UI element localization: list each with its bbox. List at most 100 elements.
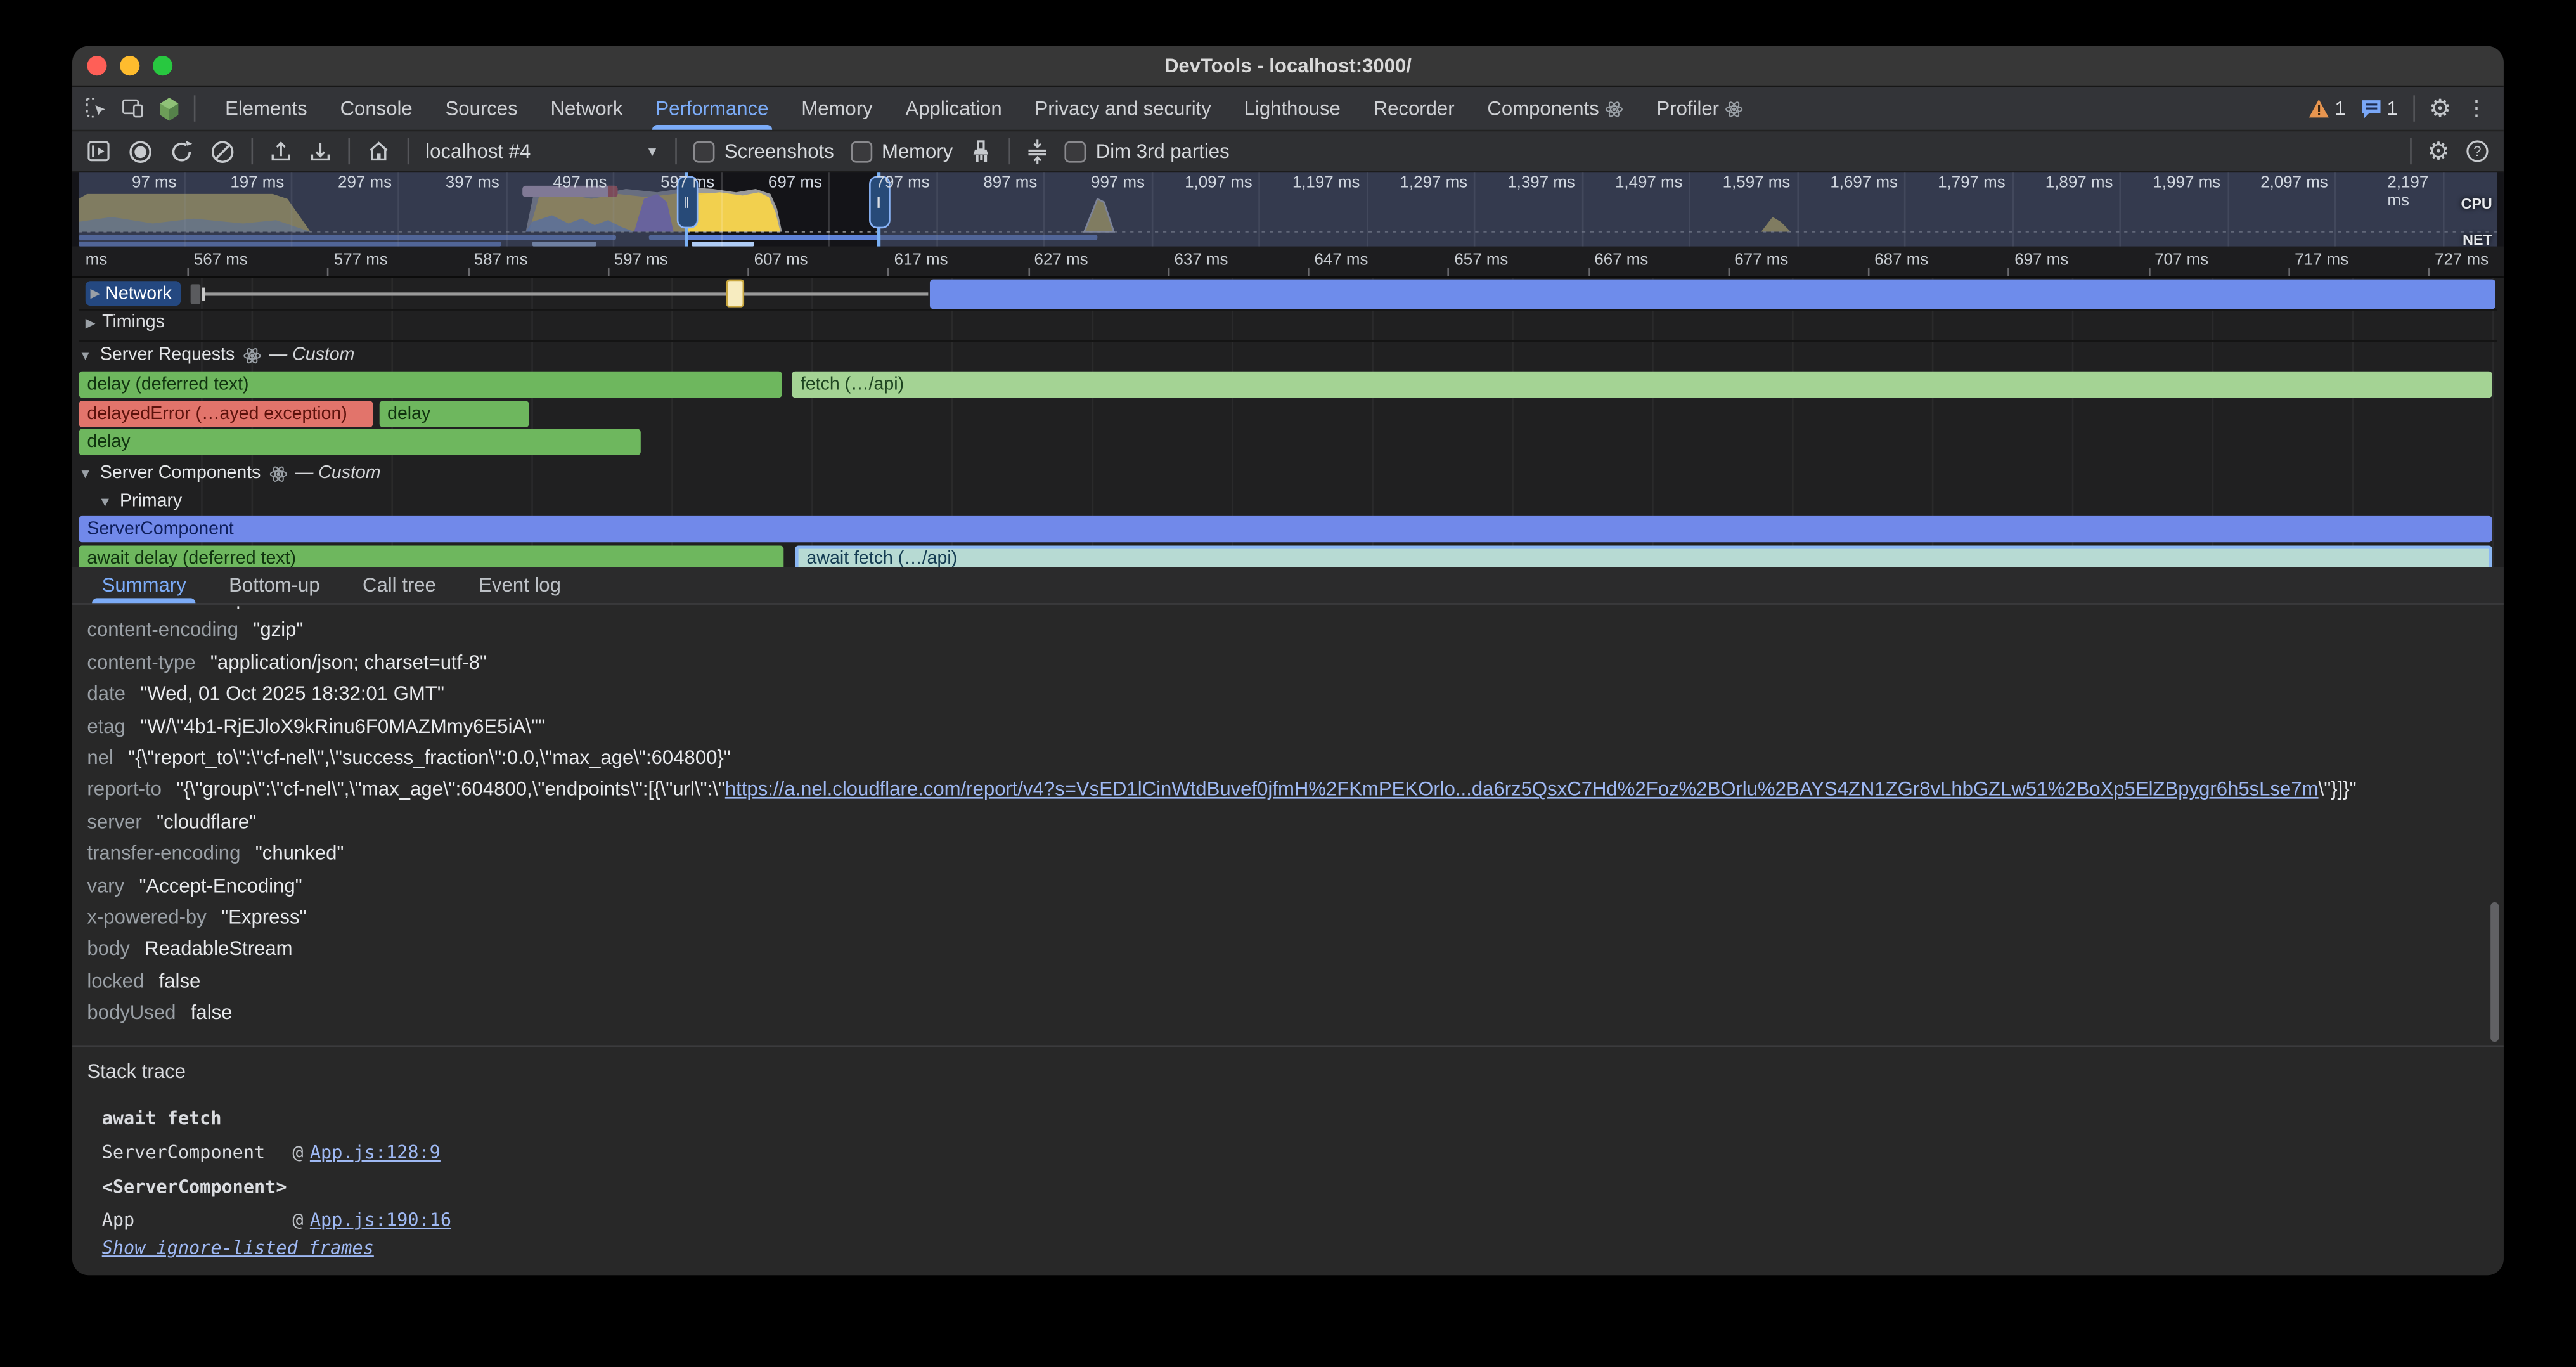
minimize-window-button[interactable] bbox=[120, 56, 139, 75]
window-titlebar[interactable]: DevTools - localhost:3000/ bbox=[72, 46, 2504, 87]
flame-chart: ▶ Network ▶ Timings ▼ Server Requests — … bbox=[72, 278, 2504, 567]
network-request-chip[interactable] bbox=[726, 280, 745, 308]
timeline-bar-fetch-api[interactable]: fetch (…/api) bbox=[792, 372, 2493, 398]
svg-text:?: ? bbox=[2473, 143, 2481, 159]
timings-track-label[interactable]: ▶ Timings bbox=[86, 312, 165, 332]
tab-event-log[interactable]: Event log bbox=[479, 567, 561, 603]
tab-application[interactable]: Application bbox=[889, 87, 1019, 129]
header-row-etag: etag"W/\"4b1-RjEJloX9kRinu6F0MAZMmy6E5iA… bbox=[87, 714, 2477, 737]
server-components-header[interactable]: ▼ Server Components — Custom bbox=[79, 460, 2497, 486]
network-track-row[interactable]: ▶ Network bbox=[79, 280, 2497, 311]
header-row-transfer-encoding: transfer-encoding "chunked" bbox=[87, 841, 2477, 864]
help-icon[interactable]: ? bbox=[2466, 139, 2489, 162]
issues-badge[interactable]: 1 bbox=[2360, 97, 2398, 120]
screenshots-checkbox[interactable]: Screenshots bbox=[693, 139, 834, 162]
tab-lighthouse[interactable]: Lighthouse bbox=[1228, 87, 1357, 129]
save-profile-icon[interactable] bbox=[309, 139, 332, 162]
memory-checkbox[interactable]: Memory bbox=[851, 139, 953, 162]
header-row-date: date"Wed, 01 Oct 2025 18:32:01 GMT" bbox=[87, 682, 2477, 705]
tab-call-tree[interactable]: Call tree bbox=[363, 567, 436, 603]
load-profile-icon[interactable] bbox=[269, 139, 292, 162]
issues-icon bbox=[2360, 99, 2382, 119]
tab-performance[interactable]: Performance bbox=[639, 87, 785, 129]
ruler-tick-label: 667 ms bbox=[1594, 252, 1648, 270]
extension-gem-icon[interactable] bbox=[158, 96, 181, 121]
dim-3rd-parties-checkbox[interactable]: Dim 3rd parties bbox=[1065, 139, 1230, 162]
clear-icon[interactable] bbox=[210, 139, 235, 164]
network-response-bar[interactable] bbox=[929, 280, 2495, 309]
overview-tick-label: 1,197 ms bbox=[1292, 174, 1367, 193]
performance-toolbar: localhost #4 ▼ Screenshots Memory Dim 3 bbox=[72, 131, 2504, 172]
detail-time-ruler: ms567 ms577 ms587 ms597 ms607 ms617 ms62… bbox=[72, 247, 2504, 278]
timeline-bar-delay[interactable]: delay bbox=[79, 429, 641, 455]
live-metrics-view-icon[interactable] bbox=[87, 139, 112, 162]
ruler-tick-mark bbox=[2288, 268, 2290, 276]
timeline-bar-delay[interactable]: delay bbox=[379, 400, 529, 426]
close-window-button[interactable] bbox=[87, 56, 106, 75]
overview-tick-label: 1,597 ms bbox=[1723, 174, 1797, 193]
timeline-bar-servercomponent[interactable]: ServerComponent bbox=[79, 516, 2492, 542]
ruler-tick-mark bbox=[1308, 268, 1310, 276]
report-to-url-link[interactable]: https://a.nel.cloudflare.com/report/v4?s… bbox=[725, 778, 2319, 801]
tab-profiler[interactable]: Profiler bbox=[1640, 87, 1760, 129]
record-icon[interactable] bbox=[128, 139, 153, 164]
stack-frame: ServerComponent@App.js:128:9 bbox=[102, 1142, 441, 1163]
overview-gridline bbox=[721, 172, 723, 247]
header-value: false bbox=[159, 969, 201, 992]
source-location-link[interactable]: App.js:128:9 bbox=[310, 1142, 441, 1163]
timeline-bar-delay-deferred-text[interactable]: delay (deferred text) bbox=[79, 372, 781, 398]
header-key: report-to bbox=[87, 778, 162, 801]
checkbox-box bbox=[1065, 141, 1086, 162]
server-requests-header[interactable]: ▼ Server Requests — Custom bbox=[79, 342, 2497, 368]
tab-network[interactable]: Network bbox=[534, 87, 640, 129]
ruler-tick-mark bbox=[187, 268, 189, 276]
tab-recorder[interactable]: Recorder bbox=[1357, 87, 1471, 129]
server-requests-row: delayedError (…ayed exception) delay bbox=[79, 400, 2497, 426]
tab-memory[interactable]: Memory bbox=[785, 87, 889, 129]
ruler-tick-label: ms bbox=[86, 252, 108, 270]
profile-select-dropdown[interactable]: localhost #4 ▼ bbox=[425, 139, 659, 162]
devtools-settings-gear-icon[interactable]: ⚙ bbox=[2429, 94, 2451, 124]
inspect-element-icon[interactable] bbox=[86, 97, 108, 120]
devtools-menu-kebab-icon[interactable]: ⋮ bbox=[2466, 95, 2487, 121]
zoom-window-button[interactable] bbox=[153, 56, 172, 75]
panel-settings-gear-icon[interactable]: ⚙ bbox=[2428, 136, 2450, 166]
screenshot-stage: DevTools - localhost:3000/ ElementsConso… bbox=[0, 0, 2576, 1367]
network-track-label[interactable]: ▶ Network bbox=[86, 281, 180, 306]
header-key: date bbox=[87, 682, 126, 705]
device-toolbar-icon[interactable] bbox=[122, 97, 145, 120]
home-icon[interactable] bbox=[366, 139, 391, 162]
at-symbol: @ bbox=[292, 1210, 303, 1231]
header-key: vary bbox=[87, 874, 124, 897]
tab-console[interactable]: Console bbox=[324, 87, 429, 129]
tab-summary[interactable]: Summary bbox=[102, 567, 186, 603]
tab-components[interactable]: Components bbox=[1471, 87, 1640, 129]
timings-track-row[interactable]: ▶ Timings bbox=[79, 311, 2497, 342]
header-value: "chunked" bbox=[255, 841, 344, 864]
header-key: x-powered-by bbox=[87, 905, 206, 928]
warnings-badge[interactable]: 1 bbox=[2309, 97, 2346, 120]
header-value: "application/json; charset=utf-8" bbox=[210, 651, 487, 673]
header-row-body: bodyReadableStream bbox=[87, 937, 2477, 960]
show-ignore-listed-frames-link[interactable]: Show ignore-listed frames bbox=[102, 1238, 374, 1259]
timeline-bar-delayederror-ayed-exception[interactable]: delayedError (…ayed exception) bbox=[79, 400, 372, 426]
timeline-overview[interactable]: ∥ ∥ 97 ms197 ms297 ms397 ms497 ms597 ms6… bbox=[72, 172, 2504, 247]
collapse-arrow-icon: ▼ bbox=[79, 347, 92, 362]
header-key: transfer-encoding bbox=[87, 841, 240, 864]
ruler-tick-label: 677 ms bbox=[1734, 252, 1788, 270]
record-and-reload-icon[interactable] bbox=[169, 139, 194, 164]
tab-bottom-up[interactable]: Bottom-up bbox=[229, 567, 319, 603]
summary-scrollbar-thumb[interactable] bbox=[2490, 902, 2499, 1042]
primary-group-header[interactable]: ▼ Primary bbox=[79, 488, 2503, 514]
garbage-collect-brush-icon[interactable] bbox=[969, 139, 992, 164]
header-key: etag bbox=[87, 714, 126, 737]
tab-sources[interactable]: Sources bbox=[429, 87, 534, 129]
header-key: locked bbox=[87, 969, 144, 992]
tab-elements[interactable]: Elements bbox=[209, 87, 324, 129]
header-key: bodyUsed bbox=[87, 1001, 176, 1024]
source-location-link[interactable]: App.js:190:16 bbox=[310, 1210, 451, 1231]
collapse-sections-icon[interactable] bbox=[1027, 139, 1048, 164]
overview-tick-label: 197 ms bbox=[230, 174, 290, 193]
tab-privacy-and-security[interactable]: Privacy and security bbox=[1019, 87, 1228, 129]
track-drag-handle[interactable] bbox=[190, 283, 200, 303]
